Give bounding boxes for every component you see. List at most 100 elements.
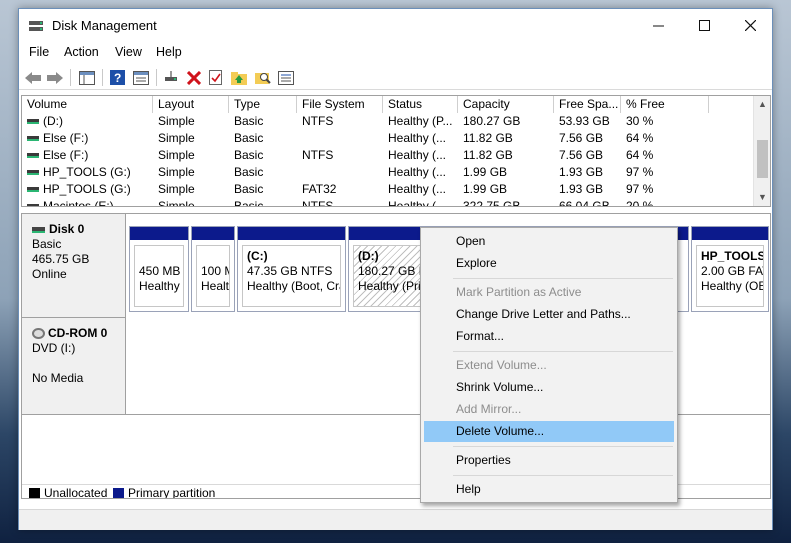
column-status[interactable]: Status	[383, 96, 458, 113]
column-free-space[interactable]: Free Spa...	[554, 96, 621, 113]
table-row[interactable]: (D:) Simple Basic NTFS Healthy (P... 180.27 G…	[22, 113, 754, 130]
column-capacity[interactable]: Capacity	[458, 96, 554, 113]
volume-icon	[27, 119, 39, 125]
minimize-button[interactable]	[635, 9, 681, 41]
column-file-system[interactable]: File System	[297, 96, 383, 113]
table-cell: 66.04 GB	[559, 199, 610, 207]
table-cell: Healthy (...	[388, 165, 447, 179]
partition-status: Healthy (OEI	[701, 279, 764, 293]
table-cell: Basic	[234, 148, 264, 162]
volume-name: (D:)	[43, 114, 63, 128]
table-cell: HP_TOOLS (G:)	[22, 164, 153, 181]
properties-icon[interactable]	[132, 69, 150, 86]
menu-add-mirror[interactable]: Add Mirror...	[424, 399, 674, 420]
volume-list-header: Volume Layout Type File System Status Ca…	[22, 96, 754, 113]
table-cell: 64 %	[626, 131, 654, 145]
partition-status: Healtl	[201, 279, 230, 293]
table-cell: FAT32	[302, 182, 337, 196]
table-cell: NTFS	[302, 199, 334, 207]
disk-0-type: Basic	[32, 237, 62, 251]
table-row[interactable]: HP_TOOLS (G:) Simple Basic Healthy (... 1.99…	[22, 164, 754, 181]
menu-extend-volume[interactable]: Extend Volume...	[424, 355, 674, 376]
table-cell: Simple	[158, 199, 195, 207]
menu-file[interactable]: File	[29, 45, 49, 59]
status-bar	[19, 509, 772, 530]
table-cell: NTFS	[302, 148, 334, 162]
table-cell: 30 %	[626, 114, 654, 128]
forward-arrow-icon[interactable]	[46, 69, 64, 86]
menu-bar: File Action View Help	[19, 42, 772, 64]
connect-drive-icon[interactable]	[162, 69, 180, 86]
table-cell: Simple	[158, 131, 195, 145]
table-cell: NTFS	[302, 114, 334, 128]
folder-up-icon[interactable]	[230, 69, 248, 86]
back-arrow-icon[interactable]	[24, 69, 42, 86]
table-cell: Healthy (...	[388, 148, 447, 162]
partition-status: Healthy (Boot, Cra	[247, 279, 341, 293]
table-cell: HP_TOOLS (G:)	[22, 181, 153, 198]
menu-open[interactable]: Open	[424, 231, 674, 252]
help-icon[interactable]: ?	[108, 69, 126, 86]
check-document-icon[interactable]	[207, 69, 225, 86]
menu-change-drive-letter[interactable]: Change Drive Letter and Paths...	[424, 304, 674, 325]
maximize-button[interactable]	[681, 9, 727, 41]
table-row[interactable]: HP_TOOLS (G:) Simple Basic FAT32 Healthy (..…	[22, 181, 754, 198]
unallocated-swatch	[29, 488, 40, 498]
menu-action[interactable]: Action	[64, 45, 99, 59]
table-row[interactable]: Else (F:) Simple Basic Healthy (... 11.82 GB…	[22, 130, 754, 147]
cdrom-0-label[interactable]: CD-ROM 0 DVD (I:) No Media	[22, 318, 126, 415]
partition-size: 47.35 GB NTFS	[247, 264, 333, 278]
scroll-up-icon[interactable]: ▲	[754, 96, 770, 113]
volume-name: Macintos (E:)	[43, 199, 114, 207]
column-volume[interactable]: Volume	[22, 96, 153, 113]
menu-explore[interactable]: Explore	[424, 253, 674, 274]
table-cell: (D:)	[22, 113, 153, 130]
table-cell: Simple	[158, 114, 195, 128]
disk-0-size: 465.75 GB	[32, 252, 90, 266]
column-percent-free[interactable]: % Free	[621, 96, 709, 113]
volume-name: HP_TOOLS (G:)	[43, 182, 131, 196]
table-cell: Simple	[158, 182, 195, 196]
menu-format[interactable]: Format...	[424, 326, 674, 347]
volume-icon	[27, 170, 39, 176]
table-row[interactable]: Else (F:) Simple Basic NTFS Healthy (... 11.8…	[22, 147, 754, 164]
volume-list-scrollbar[interactable]: ▲ ▼	[753, 96, 770, 206]
partition-c[interactable]: (C:) 47.35 GB NTFS Healthy (Boot, Cra	[237, 226, 346, 312]
menu-shrink-volume[interactable]: Shrink Volume...	[424, 377, 674, 398]
toolbar: ?	[19, 65, 772, 90]
search-folder-icon[interactable]	[254, 69, 272, 86]
volume-name: HP_TOOLS (G:)	[43, 165, 131, 179]
title-bar: Disk Management	[19, 9, 772, 42]
table-cell: Basic	[234, 165, 264, 179]
partition-100mb[interactable]: 100 M Healtl	[191, 226, 235, 312]
menu-help-item[interactable]: Help	[424, 479, 674, 500]
menu-view[interactable]: View	[115, 45, 142, 59]
table-cell: 20 %	[626, 199, 654, 207]
table-cell: 1.99 GB	[463, 182, 508, 196]
partition-450mb[interactable]: 450 MB Healthy (	[129, 226, 189, 312]
disk-0-label[interactable]: Disk 0 Basic 465.75 GB Online	[22, 214, 126, 318]
menu-help[interactable]: Help	[156, 45, 182, 59]
scroll-thumb[interactable]	[757, 140, 768, 178]
disk-0-name: Disk 0	[49, 222, 85, 236]
partition-name: HP_TOOLS	[701, 249, 764, 263]
console-tree-icon[interactable]	[78, 69, 96, 86]
partition-hp-tools[interactable]: HP_TOOLS 2.00 GB FAT3 Healthy (OEI	[691, 226, 769, 312]
table-cell: 11.82 GB	[463, 148, 513, 162]
delete-icon[interactable]	[185, 69, 203, 86]
table-row[interactable]: Macintos (E:) Simple Basic NTFS Healthy (...…	[22, 198, 754, 207]
menu-properties[interactable]: Properties	[424, 450, 674, 471]
volume-list[interactable]: Volume Layout Type File System Status Ca…	[21, 95, 771, 207]
settings-list-icon[interactable]	[277, 69, 295, 86]
scroll-down-icon[interactable]: ▼	[754, 189, 770, 206]
column-layout[interactable]: Layout	[153, 96, 229, 113]
table-cell: 11.82 GB	[463, 131, 513, 145]
table-cell: 1.99 GB	[463, 165, 508, 179]
menu-mark-partition-active[interactable]: Mark Partition as Active	[424, 282, 674, 303]
close-button[interactable]	[727, 9, 773, 41]
menu-delete-volume[interactable]: Delete Volume...	[424, 421, 674, 442]
table-cell: 53.93 GB	[559, 114, 610, 128]
table-cell: Else (F:)	[22, 147, 153, 164]
cdrom-0-name: CD-ROM 0	[48, 326, 108, 340]
column-type[interactable]: Type	[229, 96, 297, 113]
